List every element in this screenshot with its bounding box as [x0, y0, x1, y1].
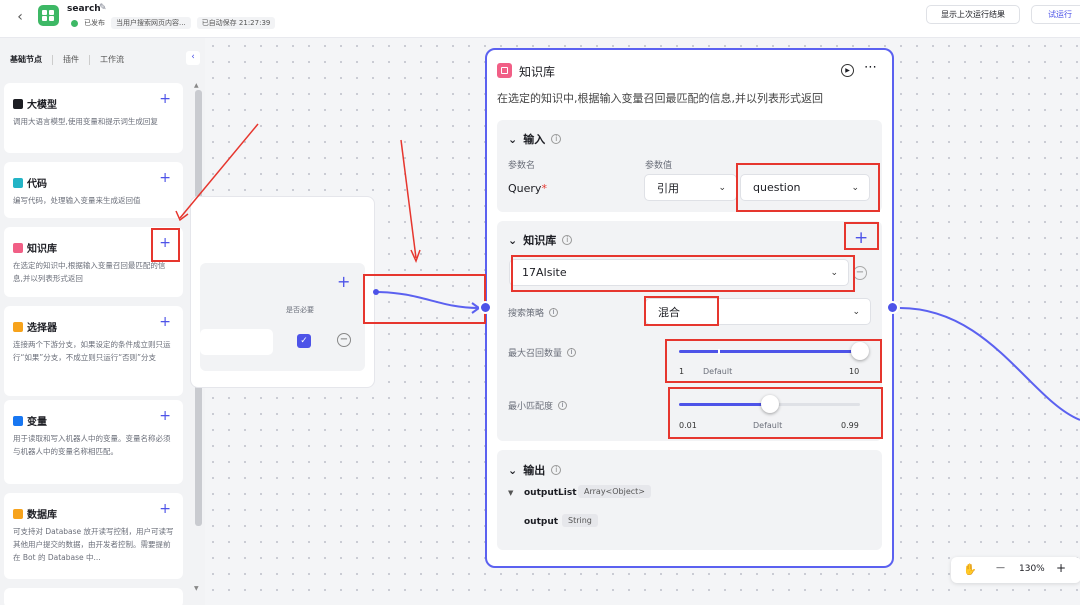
- annotation-arrow: [400, 139, 417, 259]
- zoom-level[interactable]: 130%: [1019, 564, 1045, 574]
- output-port[interactable]: [886, 301, 899, 314]
- edge-source-dot: [373, 289, 379, 295]
- canvas-overlay: [151, 123, 1080, 421]
- input-port[interactable]: [479, 301, 492, 314]
- zoom-out-button[interactable]: —: [996, 563, 1005, 573]
- edge-line: [375, 291, 479, 309]
- highlight-box: [151, 228, 180, 262]
- hand-icon[interactable]: ✋: [963, 563, 977, 576]
- zoom-in-button[interactable]: +: [1056, 561, 1066, 575]
- annotation-arrow: [179, 123, 259, 219]
- edge-line: [899, 307, 1080, 421]
